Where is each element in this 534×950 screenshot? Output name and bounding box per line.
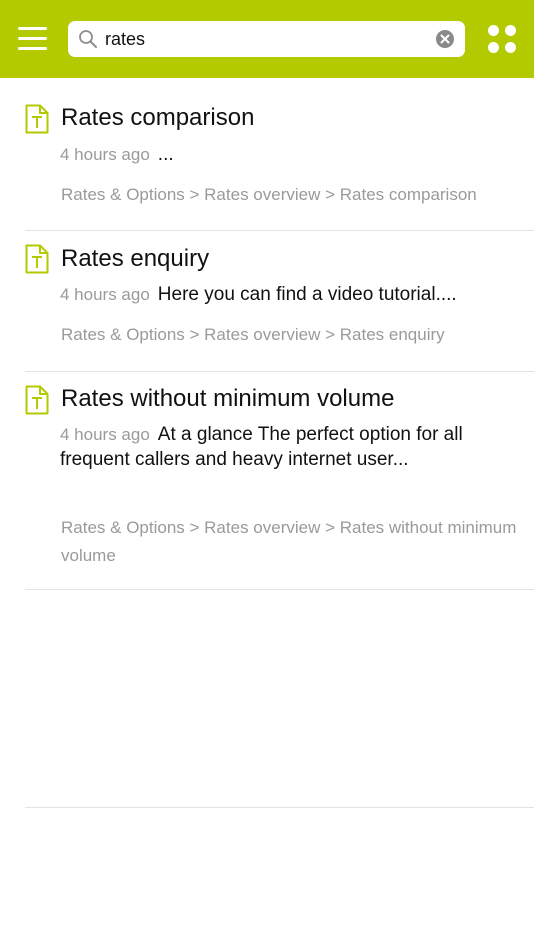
- search-input[interactable]: [105, 24, 425, 54]
- result-title[interactable]: Rates comparison: [61, 104, 254, 132]
- divider: [25, 230, 534, 231]
- clear-icon[interactable]: [436, 30, 454, 48]
- text-document-icon: [25, 385, 49, 415]
- divider: [25, 589, 534, 590]
- result-meta: 4 hours ago At a glance The perfect optio…: [60, 422, 525, 472]
- result-breadcrumb: Rates & Options > Rates overview > Rates…: [61, 185, 477, 204]
- search-bar[interactable]: [68, 21, 465, 57]
- divider: [25, 371, 534, 372]
- hamburger-menu-icon[interactable]: [18, 24, 48, 54]
- text-document-icon: [25, 104, 49, 134]
- search-icon: [79, 30, 97, 48]
- app-header: [0, 0, 534, 78]
- result-breadcrumb: Rates & Options > Rates overview > Rates…: [61, 325, 445, 344]
- result-timestamp: 4 hours ago: [60, 285, 150, 304]
- result-title[interactable]: Rates enquiry: [61, 245, 209, 273]
- result-title[interactable]: Rates without minimum volume: [61, 385, 394, 413]
- text-document-icon: [25, 244, 49, 274]
- result-meta: 4 hours ago...: [60, 142, 525, 167]
- result-timestamp: 4 hours ago: [60, 145, 150, 164]
- result-timestamp: 4 hours ago: [60, 425, 150, 444]
- result-snippet: ...: [157, 144, 174, 165]
- result-breadcrumb: Rates & Options > Rates overview > Rates…: [61, 518, 517, 565]
- result-snippet: Here you can find a video tutorial....: [157, 284, 457, 305]
- divider: [25, 807, 534, 808]
- result-meta: 4 hours ago Here you can find a video tut…: [60, 282, 525, 307]
- grid-apps-icon[interactable]: [487, 24, 517, 54]
